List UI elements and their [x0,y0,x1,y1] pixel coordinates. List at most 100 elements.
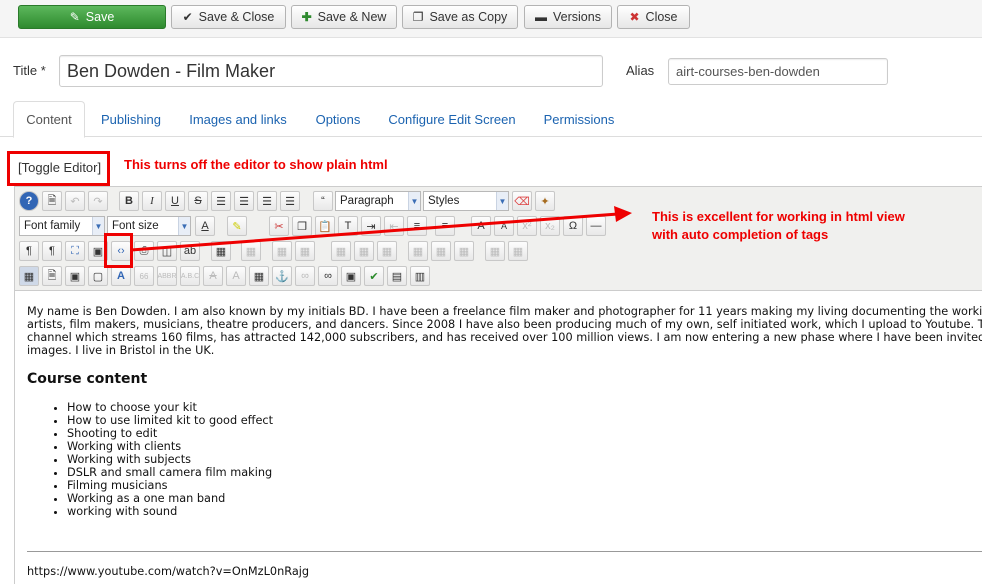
tab-configure-edit-screen[interactable]: Configure Edit Screen [380,101,524,137]
visual-aid-icon[interactable]: ▦ [19,266,39,286]
tab-content[interactable]: Content [13,101,85,138]
text-color-icon[interactable]: A [195,216,215,236]
styles-select-value: Styles [428,195,460,207]
replace-icon[interactable]: ab [180,241,200,261]
spellcheck-a-icon[interactable]: A [111,266,131,286]
content-divider [27,551,982,552]
course-list: How to choose your kit How to use limite… [27,401,982,518]
merge-cells-icon[interactable]: ▦ [485,241,505,261]
table-row-icon[interactable]: ▦ [241,241,261,261]
strikethrough-icon[interactable]: S [188,191,208,211]
tab-publishing[interactable]: Publishing [91,101,171,137]
rtl-icon[interactable]: ¶ [42,241,62,261]
link-icon[interactable]: ∞ [318,266,338,286]
row-split-icon[interactable]: ▦ [377,241,397,261]
font-shrink-icon[interactable]: A [494,216,514,236]
styles-select[interactable]: Styles ▼ [423,191,509,211]
ltr-icon[interactable]: ¶ [19,241,39,261]
nonbreaking-icon[interactable]: ▢ [88,266,108,286]
align-center-icon[interactable]: ☰ [234,191,254,211]
insert-file-icon[interactable]: 🗎 [42,266,62,286]
course-heading: Course content [27,371,148,387]
print-icon[interactable]: ⎙ [134,241,154,261]
code-view-annotation-line1: This is excellent for working in html vi… [652,209,905,224]
insert-layer-icon[interactable]: ▣ [65,266,85,286]
bold-icon[interactable]: B [119,191,139,211]
save-icon: ✎ [69,10,80,24]
list-item: How to use limited kit to good effect [67,414,982,427]
archive-icon: ▬ [535,10,548,24]
special-char-icon[interactable]: Ω [563,216,583,236]
split-cells-icon[interactable]: ▦ [508,241,528,261]
align-right-icon[interactable]: ☰ [280,191,300,211]
indent-icon[interactable]: ⇥ [361,216,381,236]
preview-icon[interactable]: ▥ [410,266,430,286]
delete-col-icon[interactable]: ▦ [454,241,474,261]
tab-permissions[interactable]: Permissions [535,101,623,137]
delete-row-icon[interactable]: ▦ [354,241,374,261]
col-after-icon[interactable]: ▦ [431,241,451,261]
save-close-button[interactable]: ✔ Save & Close [171,5,286,29]
youtube-link-text: https://www.youtube.com/watch?v=OnMzL0nR… [27,565,310,578]
underline-icon[interactable]: U [165,191,185,211]
fullscreen-icon[interactable]: ⛶ [65,241,85,261]
tab-images-links[interactable]: Images and links [181,101,295,137]
row-before-icon[interactable]: ▦ [295,241,315,261]
code-view-annotation-line2: with auto completion of tags [652,227,829,242]
spellcheck-icon[interactable]: ✔ [364,266,384,286]
row-after-icon[interactable]: ▦ [331,241,351,261]
paste-icon[interactable]: 📋 [315,216,335,236]
copy-icon[interactable]: ❐ [292,216,312,236]
insert-table-icon[interactable]: ▦ [211,241,231,261]
help-icon[interactable]: ? [19,191,39,211]
chevron-down-icon: ▼ [496,192,508,210]
insert-text-icon[interactable]: A [226,266,246,286]
save-button[interactable]: ✎ Save [18,5,166,29]
cite-icon[interactable]: 66 [134,266,154,286]
outdent-icon[interactable]: ⇤ [384,216,404,236]
align-left-icon[interactable]: ☰ [257,191,277,211]
redo-icon[interactable]: ↷ [88,191,108,211]
acronym-icon[interactable]: A.B.C [180,266,200,286]
close-button[interactable]: ✖ Close [617,5,690,29]
new-document-icon[interactable]: 🗎 [42,191,62,211]
alias-input[interactable]: airt-courses-ben-dowden [668,58,888,85]
italic-icon[interactable]: I [142,191,162,211]
undo-icon[interactable]: ↶ [65,191,85,211]
paste-text-icon[interactable]: T [338,216,358,236]
horizontal-rule-icon[interactable]: — [586,216,606,236]
editor-content[interactable]: My name is Ben Dowden. I am also known b… [27,305,982,518]
save-new-button[interactable]: ✚ Save & New [291,5,397,29]
unlink-icon[interactable]: ∞ [295,266,315,286]
delete-text-icon[interactable]: A [203,266,223,286]
font-family-select[interactable]: Font family ▼ [19,216,105,236]
font-grow-icon[interactable]: A [471,216,491,236]
list-item: DSLR and small camera film making [67,466,982,479]
cut-icon[interactable]: ✂ [269,216,289,236]
superscript-icon[interactable]: x² [517,216,537,236]
insert-media-icon[interactable]: ▤ [387,266,407,286]
blockquote-icon[interactable]: “ [313,191,333,211]
versions-button[interactable]: ▬ Versions [524,5,612,29]
save-copy-button[interactable]: ❐ Save as Copy [402,5,518,29]
insert-image-icon[interactable]: ▣ [341,266,361,286]
align-justify-icon[interactable]: ☰ [211,191,231,211]
alias-value: airt-courses-ben-dowden [676,64,820,79]
col-before-icon[interactable]: ▦ [408,241,428,261]
close-icon: ✖ [629,10,640,24]
cleanup-brush-icon[interactable]: ✦ [535,191,555,211]
anchor-icon[interactable]: ⚓ [272,266,292,286]
eraser-icon[interactable]: ⌫ [512,191,532,211]
format-select[interactable]: Paragraph ▼ [335,191,421,211]
highlight-color-icon[interactable]: ✎ [227,216,247,236]
table-cell-icon[interactable]: ▦ [272,241,292,261]
unordered-list-icon[interactable]: ≡ [407,216,427,236]
subscript-icon[interactable]: x₂ [540,216,560,236]
tab-options[interactable]: Options [306,101,370,137]
title-input[interactable]: Ben Dowden - Film Maker [59,55,603,87]
find-icon[interactable]: ◫ [157,241,177,261]
image-edit-icon[interactable]: ▦ [249,266,269,286]
ordered-list-icon[interactable]: ≡ [435,216,455,236]
abbr-icon[interactable]: ABBR [157,266,177,286]
alias-label: Alias [626,63,655,78]
